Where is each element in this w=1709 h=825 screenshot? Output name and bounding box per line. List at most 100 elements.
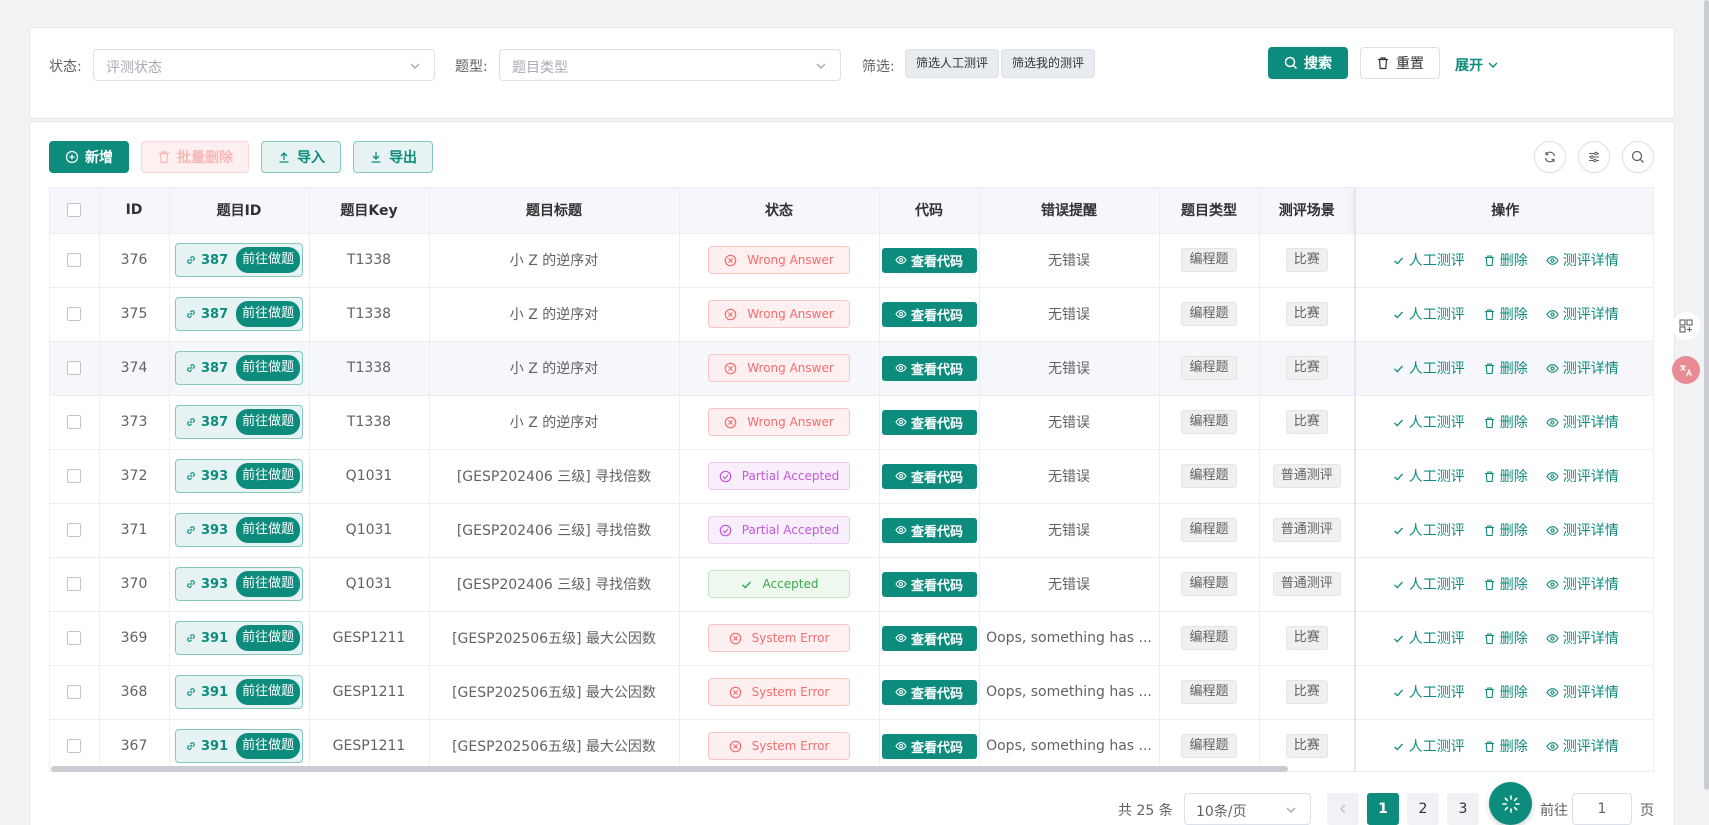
view-code-button[interactable]: 查看代码 (881, 733, 977, 759)
view-code-button[interactable]: 查看代码 (881, 409, 977, 435)
filter-manual-chip[interactable]: 筛选人工测评 (905, 49, 1000, 78)
header-scene[interactable]: 测评场景 (1259, 188, 1356, 234)
row-select-cell[interactable] (50, 611, 100, 666)
row-checkbox[interactable] (67, 469, 82, 483)
header-status[interactable]: 状态 (679, 188, 880, 234)
delete-link[interactable]: 删除 (1483, 304, 1528, 324)
header-problem-type[interactable]: 题目类型 (1159, 188, 1260, 234)
row-checkbox[interactable] (67, 523, 82, 537)
floating-action-button[interactable] (1489, 782, 1532, 825)
problem-id-tag[interactable]: 393 前往做题 (175, 567, 303, 601)
view-code-button[interactable]: 查看代码 (881, 679, 977, 705)
batch-delete-button[interactable]: 批量删除 (141, 141, 249, 173)
manual-judge-link[interactable]: 人工测评 (1392, 736, 1465, 756)
delete-link[interactable]: 删除 (1483, 520, 1528, 540)
view-code-button[interactable]: 查看代码 (881, 571, 977, 597)
row-select-cell[interactable] (50, 395, 100, 450)
delete-link[interactable]: 删除 (1483, 358, 1528, 378)
judge-detail-link[interactable]: 测评详情 (1546, 520, 1619, 540)
filter-mine-chip[interactable]: 筛选我的测评 (1001, 49, 1096, 78)
side-tool-translate[interactable] (1672, 356, 1700, 384)
horizontal-scrollbar[interactable] (51, 766, 1288, 772)
judge-detail-link[interactable]: 测评详情 (1546, 358, 1619, 378)
go-solve-button[interactable]: 前往做题 (236, 301, 301, 327)
manual-judge-link[interactable]: 人工测评 (1392, 304, 1465, 324)
search-button[interactable]: 搜索 (1268, 47, 1348, 79)
manual-judge-link[interactable]: 人工测评 (1392, 358, 1465, 378)
go-solve-button[interactable]: 前往做题 (236, 409, 301, 435)
problem-id-tag[interactable]: 393 前往做题 (175, 513, 303, 547)
view-code-button[interactable]: 查看代码 (881, 517, 977, 543)
manual-judge-link[interactable]: 人工测评 (1392, 520, 1465, 540)
judge-detail-link[interactable]: 测评详情 (1546, 466, 1619, 486)
go-solve-button[interactable]: 前往做题 (236, 571, 301, 597)
view-code-button[interactable]: 查看代码 (881, 463, 977, 489)
table-row[interactable]: 370 393 前往做题 Q1031 [GESP202406 三级] 寻找倍数 Accep… (50, 557, 1653, 612)
go-solve-button[interactable]: 前往做题 (236, 625, 301, 651)
header-title[interactable]: 题目标题 (429, 188, 680, 234)
header-problem-key[interactable]: 题目Key (309, 188, 430, 234)
view-code-button[interactable]: 查看代码 (881, 355, 977, 381)
page-size-select[interactable]: 10条/页 (1184, 793, 1311, 825)
delete-link[interactable]: 删除 (1483, 250, 1528, 270)
header-problem-id[interactable]: 题目ID (169, 188, 310, 234)
view-code-button[interactable]: 查看代码 (881, 247, 977, 273)
manual-judge-link[interactable]: 人工测评 (1392, 250, 1465, 270)
type-select[interactable]: 题目类型 (499, 49, 841, 81)
table-row[interactable]: 374 387 前往做题 T1338 小 Z 的逆序对 Wrong Answer 查看代码无… (50, 341, 1653, 396)
row-checkbox[interactable] (67, 577, 82, 591)
manual-judge-link[interactable]: 人工测评 (1392, 682, 1465, 702)
problem-id-tag[interactable]: 391 前往做题 (175, 729, 303, 763)
reset-button[interactable]: 重置 (1360, 47, 1440, 79)
manual-judge-link[interactable]: 人工测评 (1392, 466, 1465, 486)
page-button-2[interactable]: 2 (1407, 793, 1439, 825)
expand-link[interactable]: 展开 (1455, 55, 1499, 75)
row-select-cell[interactable] (50, 503, 100, 558)
problem-id-tag[interactable]: 391 前往做题 (175, 621, 303, 655)
row-select-cell[interactable] (50, 287, 100, 342)
row-select-cell[interactable] (50, 719, 100, 771)
problem-id-tag[interactable]: 387 前往做题 (175, 405, 303, 439)
jump-page-input[interactable]: 1 (1572, 793, 1632, 825)
table-row[interactable]: 373 387 前往做题 T1338 小 Z 的逆序对 Wrong Answer 查看代码无… (50, 395, 1653, 450)
view-code-button[interactable]: 查看代码 (881, 301, 977, 327)
problem-id-tag[interactable]: 387 前往做题 (175, 351, 303, 385)
prev-page-button[interactable] (1327, 793, 1359, 825)
table-row[interactable]: 372 393 前往做题 Q1031 [GESP202406 三级] 寻找倍数 Parti… (50, 449, 1653, 504)
judge-detail-link[interactable]: 测评详情 (1546, 250, 1619, 270)
toggle-search-button[interactable] (1622, 141, 1654, 173)
go-solve-button[interactable]: 前往做题 (236, 517, 301, 543)
delete-link[interactable]: 删除 (1483, 736, 1528, 756)
go-solve-button[interactable]: 前往做题 (236, 679, 301, 705)
row-checkbox[interactable] (67, 739, 82, 753)
header-code[interactable]: 代码 (879, 188, 980, 234)
refresh-button[interactable] (1534, 141, 1566, 173)
row-checkbox[interactable] (67, 253, 82, 267)
problem-id-tag[interactable]: 391 前往做题 (175, 675, 303, 709)
table-row[interactable]: 369 391 前往做题 GESP1211 [GESP202506五级] 最大公因数 Sy… (50, 611, 1653, 666)
status-select[interactable]: 评测状态 (93, 49, 435, 81)
judge-detail-link[interactable]: 测评详情 (1546, 682, 1619, 702)
page-button-1[interactable]: 1 (1367, 793, 1399, 825)
table-row[interactable]: 371 393 前往做题 Q1031 [GESP202406 三级] 寻找倍数 Parti… (50, 503, 1653, 558)
row-select-cell[interactable] (50, 341, 100, 396)
add-button[interactable]: 新增 (49, 141, 129, 173)
judge-detail-link[interactable]: 测评详情 (1546, 736, 1619, 756)
judge-detail-link[interactable]: 测评详情 (1546, 574, 1619, 594)
row-checkbox[interactable] (67, 307, 82, 321)
delete-link[interactable]: 删除 (1483, 412, 1528, 432)
import-button[interactable]: 导入 (261, 141, 341, 173)
judge-detail-link[interactable]: 测评详情 (1546, 628, 1619, 648)
go-solve-button[interactable]: 前往做题 (236, 355, 301, 381)
manual-judge-link[interactable]: 人工测评 (1392, 574, 1465, 594)
delete-link[interactable]: 删除 (1483, 682, 1528, 702)
judge-detail-link[interactable]: 测评详情 (1546, 412, 1619, 432)
go-solve-button[interactable]: 前往做题 (236, 733, 301, 759)
view-code-button[interactable]: 查看代码 (881, 625, 977, 651)
delete-link[interactable]: 删除 (1483, 466, 1528, 486)
problem-id-tag[interactable]: 387 前往做题 (175, 243, 303, 277)
select-all-header[interactable] (50, 188, 100, 234)
row-checkbox[interactable] (67, 361, 82, 375)
manual-judge-link[interactable]: 人工测评 (1392, 412, 1465, 432)
delete-link[interactable]: 删除 (1483, 628, 1528, 648)
